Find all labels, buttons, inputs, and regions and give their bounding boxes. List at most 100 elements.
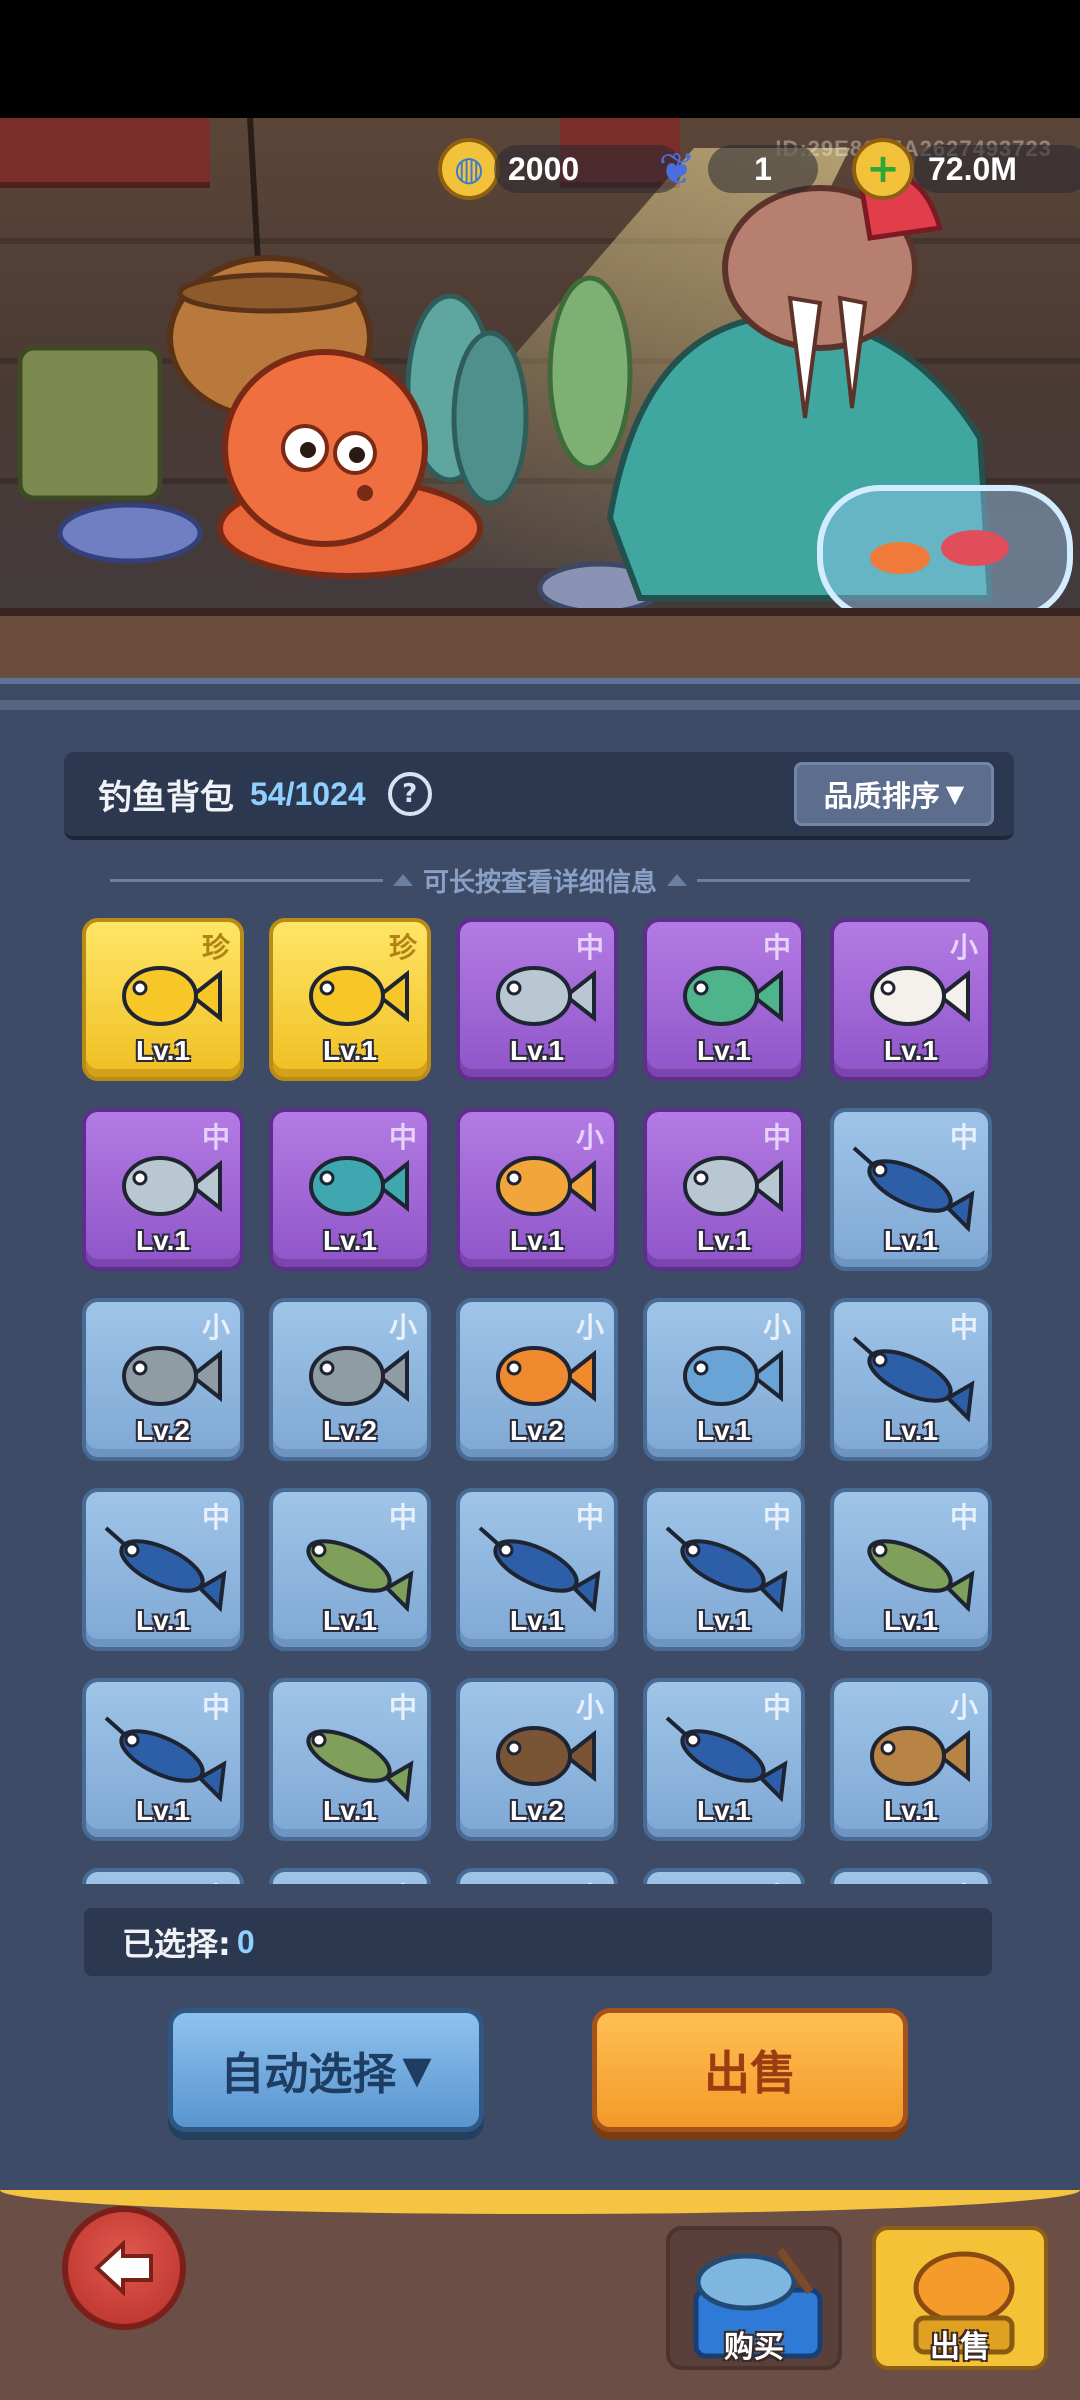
fish-slot[interactable]: 小 Lv.1 bbox=[456, 1108, 618, 1271]
sell-nav-button[interactable]: 出售 bbox=[872, 2226, 1048, 2370]
cash-value: 72.0M bbox=[914, 145, 1080, 193]
help-icon[interactable]: ? bbox=[387, 772, 432, 816]
fish-slot[interactable]: 中 Lv.1 bbox=[82, 1488, 244, 1651]
fish-level: Lv.1 bbox=[884, 1415, 938, 1446]
hanging-fish-right bbox=[547, 275, 633, 471]
fish-slot[interactable]: 中 Lv.1 bbox=[456, 918, 618, 1081]
coral-counter: ❦ 1 bbox=[646, 140, 818, 198]
brown-fish-icon bbox=[870, 1726, 970, 1786]
golden-carp-icon bbox=[309, 966, 409, 1026]
add-coin-icon[interactable]: + bbox=[852, 138, 914, 200]
coral-value: 1 bbox=[708, 145, 818, 193]
auto-select-button[interactable]: 自动选择 ▼ bbox=[168, 2008, 484, 2132]
quality-sort-button[interactable]: 品质排序 ▼ bbox=[794, 762, 994, 826]
fish-grid: 珍 Lv.1 珍 Lv.1 中 Lv.1 中 Lv.1 小 Lv.1 中 Lv.1 中 Lv.1 小 Lv.1… bbox=[82, 918, 1002, 1884]
fish-slot[interactable]: 小 Lv.2 bbox=[456, 1298, 618, 1461]
fish-level: Lv.1 bbox=[884, 1605, 938, 1636]
fish-slot[interactable]: 中 bbox=[456, 1868, 618, 1884]
fish-level: Lv.1 bbox=[136, 1035, 190, 1066]
long-press-hint: 可长按查看详细信息 bbox=[110, 862, 971, 898]
fish-slot[interactable]: 小 Lv.2 bbox=[456, 1678, 618, 1841]
fish-slot[interactable]: 中 Lv.1 bbox=[456, 1488, 618, 1651]
fish-slot[interactable]: 中 Lv.1 bbox=[82, 1108, 244, 1271]
back-button[interactable] bbox=[62, 2206, 186, 2330]
fish-slot[interactable]: 中 bbox=[830, 1868, 992, 1884]
fish-slot[interactable]: 珍 Lv.1 bbox=[269, 918, 431, 1081]
goldfish-orange-icon bbox=[496, 1156, 596, 1216]
fish-size-tag: 中 bbox=[389, 1876, 417, 1884]
fish-slot[interactable]: 小 Lv.1 bbox=[830, 1678, 992, 1841]
sort-label: 品质排序 bbox=[823, 779, 940, 813]
dropdown-triangle-icon: ▼ bbox=[402, 2048, 432, 2092]
fish-level: Lv.1 bbox=[697, 1795, 751, 1826]
back-arrow-icon bbox=[94, 2239, 153, 2297]
fish-slot[interactable]: 中 Lv.1 bbox=[82, 1678, 244, 1841]
fish-size-tag: 中 bbox=[763, 1876, 791, 1884]
up-arrow-icon bbox=[393, 874, 413, 886]
silver-carp-icon bbox=[496, 966, 596, 1026]
selection-bar: 已选择: 0 bbox=[84, 1908, 992, 1976]
fish-level: Lv.1 bbox=[136, 1605, 190, 1636]
fish-slot[interactable]: 中 Lv.1 bbox=[830, 1108, 992, 1271]
marlin-icon bbox=[478, 1526, 601, 1613]
fish-slot[interactable]: 中 Lv.1 bbox=[830, 1488, 992, 1651]
fish-level: Lv.1 bbox=[697, 1415, 751, 1446]
grey-carp-icon bbox=[122, 1346, 222, 1406]
fish-level: Lv.1 bbox=[323, 1605, 377, 1636]
pike-icon bbox=[306, 1539, 414, 1613]
fish-slot[interactable]: 中 Lv.1 bbox=[643, 1108, 805, 1271]
hanging-fish-left bbox=[405, 293, 529, 506]
fish-slot[interactable]: 中 Lv.1 bbox=[269, 1108, 431, 1271]
fish-level: Lv.1 bbox=[323, 1035, 377, 1066]
sell-nav-label: 出售 bbox=[930, 2330, 990, 2365]
fish-level: Lv.1 bbox=[510, 1225, 564, 1256]
buy-nav-button[interactable]: 购买 bbox=[666, 2226, 842, 2370]
dropdown-triangle-icon: ▼ bbox=[945, 780, 965, 808]
fish-slot[interactable]: 中 Lv.1 bbox=[269, 1488, 431, 1651]
selected-count: 0 bbox=[236, 1923, 255, 1960]
cash-counter[interactable]: + 72.0M bbox=[852, 138, 1080, 200]
marlin-icon bbox=[665, 1716, 788, 1803]
fish-level: Lv.1 bbox=[884, 1035, 938, 1066]
marlin-icon bbox=[104, 1716, 227, 1803]
fish-slot[interactable]: 中 Lv.1 bbox=[643, 1678, 805, 1841]
marlin-icon bbox=[852, 1336, 975, 1423]
fish-slot[interactable]: 中 Lv.1 bbox=[830, 1298, 992, 1461]
fish-grid-scroll[interactable]: 珍 Lv.1 珍 Lv.1 中 Lv.1 中 Lv.1 小 Lv.1 中 Lv.1 中 Lv.1 小 Lv.1… bbox=[82, 918, 1002, 1884]
fish-slot[interactable]: 中 bbox=[269, 1868, 431, 1884]
fish-slot[interactable]: 中 bbox=[82, 1868, 244, 1884]
fish-level: Lv.1 bbox=[697, 1225, 751, 1256]
fish-slot[interactable]: 小 Lv.1 bbox=[643, 1298, 805, 1461]
fish-level: Lv.1 bbox=[323, 1225, 377, 1256]
fish-level: Lv.1 bbox=[884, 1225, 938, 1256]
fish-slot[interactable]: 小 Lv.1 bbox=[830, 918, 992, 1081]
fish-level: Lv.2 bbox=[510, 1795, 564, 1826]
fish-level: Lv.1 bbox=[136, 1225, 190, 1256]
fish-slot[interactable]: 中 Lv.1 bbox=[269, 1678, 431, 1841]
sell-label: 出售 bbox=[704, 2046, 796, 2100]
fish-slot[interactable]: 小 Lv.2 bbox=[82, 1298, 244, 1461]
fish-level: Lv.1 bbox=[510, 1035, 564, 1066]
fish-level: Lv.1 bbox=[136, 1795, 190, 1826]
coral-icon: ❦ bbox=[658, 143, 696, 195]
fish-slot[interactable]: 小 Lv.2 bbox=[269, 1298, 431, 1461]
selected-label: 已选择: bbox=[122, 1925, 231, 1963]
fish-slot[interactable]: 中 Lv.1 bbox=[643, 1488, 805, 1651]
shop-scene bbox=[0, 118, 1080, 718]
fish-slot[interactable]: 中 Lv.1 bbox=[643, 918, 805, 1081]
golden-carp-icon bbox=[122, 966, 222, 1026]
sell-button[interactable]: 出售 bbox=[592, 2008, 908, 2132]
fish-slot[interactable]: 中 bbox=[643, 1868, 805, 1884]
marlin-icon bbox=[852, 1146, 975, 1233]
fish-level: Lv.1 bbox=[697, 1035, 751, 1066]
pike-icon bbox=[306, 1729, 414, 1803]
fish-slot[interactable]: 珍 Lv.1 bbox=[82, 918, 244, 1081]
bag-capacity: 54/1024 bbox=[250, 775, 366, 812]
fish-level: Lv.1 bbox=[884, 1795, 938, 1826]
pike-icon bbox=[867, 1539, 975, 1613]
fish-level: Lv.1 bbox=[510, 1605, 564, 1636]
bag-header: 钓鱼背包 54/1024 ? 品质排序 ▼ bbox=[64, 752, 1014, 840]
fish-bowl bbox=[817, 485, 1073, 621]
silver-carp-icon bbox=[683, 1156, 783, 1216]
goldfish-white-icon bbox=[870, 966, 970, 1026]
